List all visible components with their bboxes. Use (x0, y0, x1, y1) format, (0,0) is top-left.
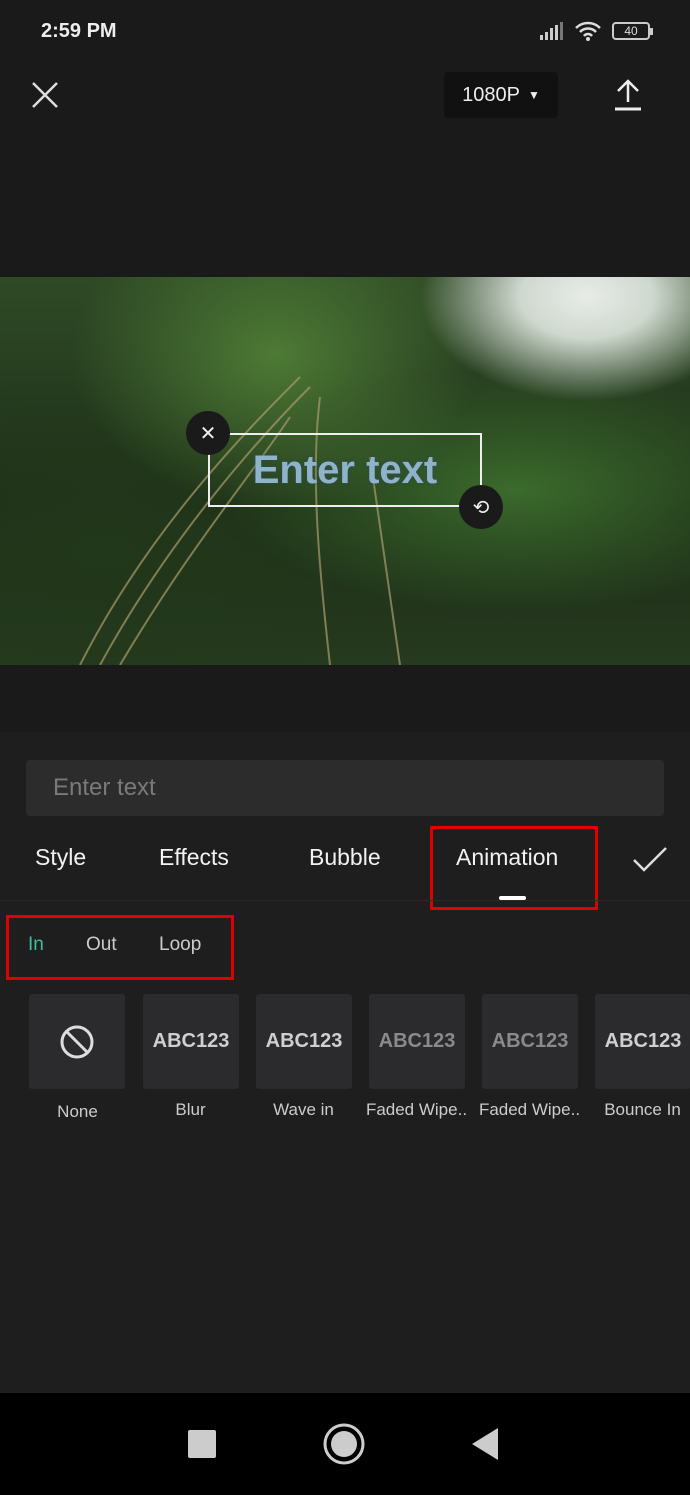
back-icon[interactable] (470, 1427, 500, 1461)
wifi-icon (575, 21, 601, 41)
resolution-dropdown[interactable]: 1080P ▼ (444, 72, 558, 118)
close-icon[interactable] (30, 80, 60, 110)
status-time: 2:59 PM (41, 20, 117, 42)
highlight-animation-tab (430, 826, 598, 910)
tab-effects[interactable]: Effects (159, 844, 229, 871)
tab-style[interactable]: Style (35, 844, 86, 871)
none-icon (60, 1025, 94, 1058)
export-icon[interactable] (612, 78, 644, 112)
signal-icon (540, 22, 563, 40)
preset-label: Blur (175, 1100, 206, 1119)
preset-label: Faded Wipe.. (365, 1100, 468, 1119)
preset-blur[interactable]: ABC123 (143, 994, 239, 1089)
resolution-value: 1080P (462, 83, 520, 106)
caret-down-icon: ▼ (527, 88, 540, 102)
preset-wave-in[interactable]: ABC123 (256, 994, 352, 1089)
preset-label: Wave in (273, 1100, 334, 1119)
battery-icon: 40 (612, 22, 653, 40)
preset-none[interactable] (29, 994, 125, 1089)
highlight-subtabs (6, 915, 234, 980)
preset-label: Bounce In (604, 1100, 681, 1119)
status-icons: 40 (540, 20, 653, 42)
text-overlay-box[interactable]: Enter text (208, 433, 482, 507)
recents-icon[interactable] (188, 1430, 216, 1458)
divider (0, 900, 690, 901)
preset-label: Faded Wipe.. (478, 1100, 581, 1119)
preset-faded-wipe-1[interactable]: ABC123 (369, 994, 465, 1089)
preset-faded-wipe-2[interactable]: ABC123 (482, 994, 578, 1089)
system-nav-bar (0, 1393, 690, 1495)
tab-bubble[interactable]: Bubble (309, 844, 381, 871)
text-input[interactable] (26, 760, 664, 816)
home-icon[interactable] (322, 1422, 366, 1466)
confirm-check-icon[interactable] (632, 846, 668, 874)
delete-text-icon[interactable]: ✕ (186, 411, 230, 455)
rotate-scale-icon[interactable]: ⟲ (459, 485, 503, 529)
preset-bounce-in[interactable]: ABC123 (595, 994, 690, 1089)
preset-label: None (57, 1102, 98, 1121)
